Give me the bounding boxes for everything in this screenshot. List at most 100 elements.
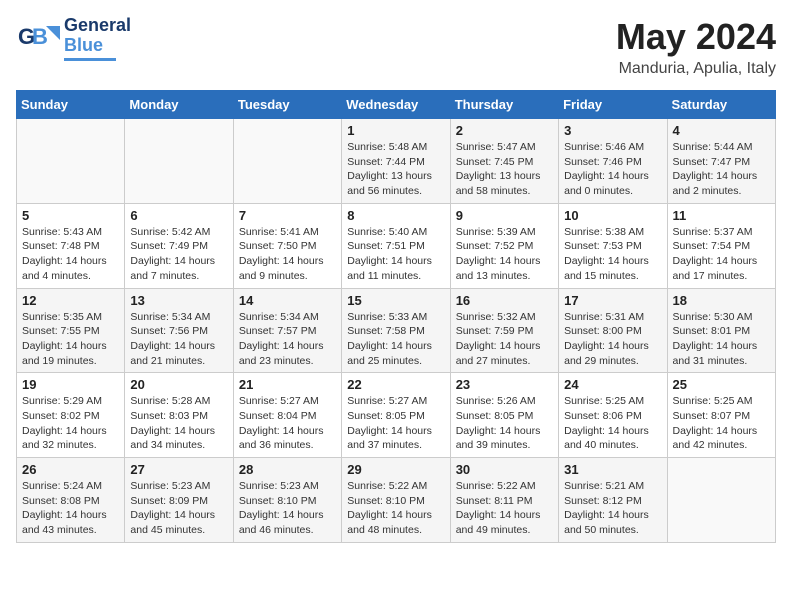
day-number: 29	[347, 462, 444, 477]
calendar-cell: 12 Sunrise: 5:35 AMSunset: 7:55 PMDayligh…	[17, 288, 125, 373]
calendar-cell: 22 Sunrise: 5:27 AMSunset: 8:05 PMDayligh…	[342, 373, 450, 458]
weekday-header-saturday: Saturday	[667, 91, 775, 119]
day-info: Sunrise: 5:23 AMSunset: 8:09 PMDaylight:…	[130, 479, 227, 538]
logo-general: General	[64, 16, 131, 36]
day-info: Sunrise: 5:25 AMSunset: 8:06 PMDaylight:…	[564, 394, 661, 453]
day-number: 1	[347, 123, 444, 138]
calendar-cell: 14Sunrise: 5:34 AMSunset: 7:57 PMDayligh…	[233, 288, 341, 373]
day-info: Sunrise: 5:21 AMSunset: 8:12 PMDaylight:…	[564, 479, 661, 538]
week-row-3: 12 Sunrise: 5:35 AMSunset: 7:55 PMDayligh…	[17, 288, 776, 373]
day-info: Sunrise: 5:37 AMSunset: 7:54 PMDaylight:…	[673, 225, 770, 284]
calendar-cell: 20 Sunrise: 5:28 AMSunset: 8:03 PMDayligh…	[125, 373, 233, 458]
day-number: 5	[22, 208, 119, 223]
day-info: Sunrise: 5:39 AMSunset: 7:52 PMDaylight:…	[456, 225, 553, 284]
day-number: 17	[564, 293, 661, 308]
calendar-cell: 24Sunrise: 5:25 AMSunset: 8:06 PMDayligh…	[559, 373, 667, 458]
day-info: Sunrise: 5:27 AMSunset: 8:04 PMDaylight:…	[239, 394, 336, 453]
weekday-header-sunday: Sunday	[17, 91, 125, 119]
day-info: Sunrise: 5:35 AMSunset: 7:55 PMDaylight:…	[22, 310, 119, 369]
calendar-cell: 10 Sunrise: 5:38 AMSunset: 7:53 PMDayligh…	[559, 203, 667, 288]
weekday-header-tuesday: Tuesday	[233, 91, 341, 119]
calendar-cell: 30 Sunrise: 5:22 AMSunset: 8:11 PMDayligh…	[450, 458, 558, 543]
day-info: Sunrise: 5:26 AMSunset: 8:05 PMDaylight:…	[456, 394, 553, 453]
logo: G B General Blue	[16, 16, 131, 61]
day-number: 7	[239, 208, 336, 223]
calendar-cell: 28Sunrise: 5:23 AMSunset: 8:10 PMDayligh…	[233, 458, 341, 543]
day-info: Sunrise: 5:30 AMSunset: 8:01 PMDaylight:…	[673, 310, 770, 369]
day-info: Sunrise: 5:29 AMSunset: 8:02 PMDaylight:…	[22, 394, 119, 453]
day-number: 27	[130, 462, 227, 477]
calendar-cell: 7 Sunrise: 5:41 AMSunset: 7:50 PMDaylight…	[233, 203, 341, 288]
day-number: 13	[130, 293, 227, 308]
week-row-1: 1Sunrise: 5:48 AMSunset: 7:44 PMDaylight…	[17, 119, 776, 204]
calendar-cell: 5 Sunrise: 5:43 AMSunset: 7:48 PMDaylight…	[17, 203, 125, 288]
calendar-cell: 26 Sunrise: 5:24 AMSunset: 8:08 PMDayligh…	[17, 458, 125, 543]
weekday-header-thursday: Thursday	[450, 91, 558, 119]
day-info: Sunrise: 5:28 AMSunset: 8:03 PMDaylight:…	[130, 394, 227, 453]
day-number: 30	[456, 462, 553, 477]
day-info: Sunrise: 5:31 AMSunset: 8:00 PMDaylight:…	[564, 310, 661, 369]
day-number: 11	[673, 208, 770, 223]
day-info: Sunrise: 5:32 AMSunset: 7:59 PMDaylight:…	[456, 310, 553, 369]
calendar-cell: 31 Sunrise: 5:21 AMSunset: 8:12 PMDayligh…	[559, 458, 667, 543]
weekday-header-monday: Monday	[125, 91, 233, 119]
day-number: 14	[239, 293, 336, 308]
day-number: 20	[130, 377, 227, 392]
day-info: Sunrise: 5:34 AMSunset: 7:56 PMDaylight:…	[130, 310, 227, 369]
calendar-cell: 19Sunrise: 5:29 AMSunset: 8:02 PMDayligh…	[17, 373, 125, 458]
day-info: Sunrise: 5:25 AMSunset: 8:07 PMDaylight:…	[673, 394, 770, 453]
week-row-5: 26 Sunrise: 5:24 AMSunset: 8:08 PMDayligh…	[17, 458, 776, 543]
calendar-cell: 3Sunrise: 5:46 AMSunset: 7:46 PMDaylight…	[559, 119, 667, 204]
day-info: Sunrise: 5:43 AMSunset: 7:48 PMDaylight:…	[22, 225, 119, 284]
day-info: Sunrise: 5:27 AMSunset: 8:05 PMDaylight:…	[347, 394, 444, 453]
calendar-table: SundayMondayTuesdayWednesdayThursdayFrid…	[16, 90, 776, 543]
day-number: 21	[239, 377, 336, 392]
calendar-cell: 1Sunrise: 5:48 AMSunset: 7:44 PMDaylight…	[342, 119, 450, 204]
calendar-cell: 29 Sunrise: 5:22 AMSunset: 8:10 PMDayligh…	[342, 458, 450, 543]
day-info: Sunrise: 5:22 AMSunset: 8:10 PMDaylight:…	[347, 479, 444, 538]
day-number: 6	[130, 208, 227, 223]
title-block: May 2024 Manduria, Apulia, Italy	[616, 16, 776, 78]
day-info: Sunrise: 5:44 AMSunset: 7:47 PMDaylight:…	[673, 140, 770, 199]
page-header: G B General Blue May 2024 Manduria, Apul…	[16, 16, 776, 78]
day-info: Sunrise: 5:22 AMSunset: 8:11 PMDaylight:…	[456, 479, 553, 538]
calendar-cell: 27 Sunrise: 5:23 AMSunset: 8:09 PMDayligh…	[125, 458, 233, 543]
day-info: Sunrise: 5:47 AMSunset: 7:45 PMDaylight:…	[456, 140, 553, 199]
week-row-2: 5 Sunrise: 5:43 AMSunset: 7:48 PMDaylight…	[17, 203, 776, 288]
day-number: 15	[347, 293, 444, 308]
calendar-cell: 23 Sunrise: 5:26 AMSunset: 8:05 PMDayligh…	[450, 373, 558, 458]
day-number: 26	[22, 462, 119, 477]
calendar-subtitle: Manduria, Apulia, Italy	[616, 60, 776, 78]
calendar-cell: 6Sunrise: 5:42 AMSunset: 7:49 PMDaylight…	[125, 203, 233, 288]
calendar-cell: 18 Sunrise: 5:30 AMSunset: 8:01 PMDayligh…	[667, 288, 775, 373]
weekday-header-friday: Friday	[559, 91, 667, 119]
logo-blue: Blue	[64, 36, 131, 56]
calendar-cell	[667, 458, 775, 543]
day-number: 2	[456, 123, 553, 138]
calendar-cell: 21 Sunrise: 5:27 AMSunset: 8:04 PMDayligh…	[233, 373, 341, 458]
day-number: 8	[347, 208, 444, 223]
week-row-4: 19Sunrise: 5:29 AMSunset: 8:02 PMDayligh…	[17, 373, 776, 458]
day-number: 23	[456, 377, 553, 392]
calendar-cell: 25Sunrise: 5:25 AMSunset: 8:07 PMDayligh…	[667, 373, 775, 458]
day-number: 16	[456, 293, 553, 308]
day-number: 10	[564, 208, 661, 223]
day-info: Sunrise: 5:24 AMSunset: 8:08 PMDaylight:…	[22, 479, 119, 538]
day-number: 22	[347, 377, 444, 392]
day-info: Sunrise: 5:38 AMSunset: 7:53 PMDaylight:…	[564, 225, 661, 284]
day-number: 31	[564, 462, 661, 477]
calendar-cell: 17 Sunrise: 5:31 AMSunset: 8:00 PMDayligh…	[559, 288, 667, 373]
day-number: 12	[22, 293, 119, 308]
calendar-cell: 8Sunrise: 5:40 AMSunset: 7:51 PMDaylight…	[342, 203, 450, 288]
calendar-cell: 13 Sunrise: 5:34 AMSunset: 7:56 PMDayligh…	[125, 288, 233, 373]
day-info: Sunrise: 5:46 AMSunset: 7:46 PMDaylight:…	[564, 140, 661, 199]
calendar-cell: 4 Sunrise: 5:44 AMSunset: 7:47 PMDaylight…	[667, 119, 775, 204]
calendar-cell: 2 Sunrise: 5:47 AMSunset: 7:45 PMDaylight…	[450, 119, 558, 204]
day-number: 18	[673, 293, 770, 308]
calendar-cell	[233, 119, 341, 204]
weekday-header-row: SundayMondayTuesdayWednesdayThursdayFrid…	[17, 91, 776, 119]
calendar-cell	[17, 119, 125, 204]
day-number: 4	[673, 123, 770, 138]
day-number: 28	[239, 462, 336, 477]
day-info: Sunrise: 5:41 AMSunset: 7:50 PMDaylight:…	[239, 225, 336, 284]
